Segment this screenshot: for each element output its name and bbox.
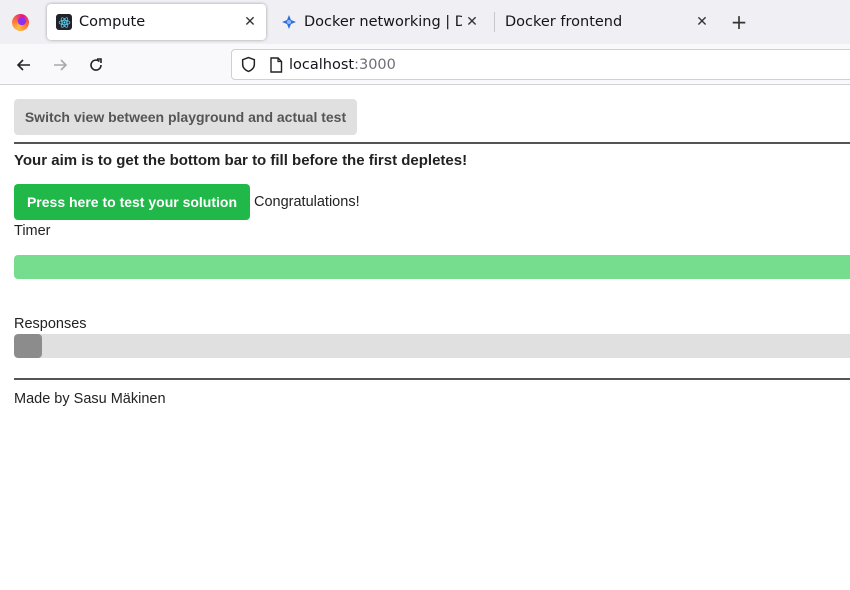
tab-compute[interactable]: Compute ✕	[47, 4, 266, 40]
tab-docker-networking[interactable]: Docker networking | DevOps ✕	[272, 4, 488, 40]
firefox-icon	[11, 13, 29, 31]
close-tab-icon[interactable]: ✕	[240, 12, 260, 32]
responses-bar-fill	[14, 334, 42, 358]
page-content: Switch view between playground and actua…	[0, 86, 850, 590]
tab-title: Compute	[79, 14, 146, 30]
firefox-view-button[interactable]	[0, 0, 40, 44]
close-tab-icon[interactable]: ✕	[692, 12, 712, 32]
url-bar[interactable]: localhost:3000	[231, 49, 850, 80]
tab-strip: Compute ✕ Docker networking | DevOps ✕ D…	[0, 0, 850, 44]
timer-bar-fill	[14, 255, 850, 279]
navigation-bar: localhost:3000	[0, 44, 850, 85]
arrow-left-icon	[16, 59, 30, 71]
url-port: :3000	[354, 56, 396, 73]
result-text: Congratulations!	[254, 194, 360, 210]
forward-button[interactable]	[47, 52, 73, 78]
reload-icon	[90, 58, 102, 71]
responses-bar	[14, 334, 850, 358]
timer-bar	[14, 255, 850, 279]
tab-title: Docker frontend	[505, 14, 623, 30]
react-icon	[56, 14, 72, 30]
close-tab-icon[interactable]: ✕	[462, 12, 482, 32]
docker-icon	[281, 14, 297, 30]
divider	[14, 378, 850, 380]
responses-label: Responses	[14, 316, 87, 332]
divider	[14, 142, 850, 144]
footer-credit: Made by Sasu Mäkinen	[14, 391, 166, 407]
timer-label: Timer	[14, 223, 51, 239]
page-icon[interactable]	[269, 56, 283, 73]
back-button[interactable]	[11, 52, 37, 78]
switch-view-button[interactable]: Switch view between playground and actua…	[14, 99, 357, 135]
arrow-right-icon	[54, 59, 68, 71]
tab-separator	[494, 12, 495, 32]
url-host: localhost	[289, 56, 355, 73]
reload-button[interactable]	[83, 52, 109, 78]
plus-icon: +	[730, 10, 748, 34]
aim-text: Your aim is to get the bottom bar to fil…	[14, 152, 468, 169]
tab-docker-frontend[interactable]: Docker frontend ✕	[496, 4, 718, 40]
shield-icon[interactable]	[240, 56, 257, 73]
tab-title: Docker networking | DevOps	[304, 14, 462, 30]
test-solution-button[interactable]: Press here to test your solution	[14, 184, 250, 220]
new-tab-button[interactable]: +	[727, 10, 751, 34]
